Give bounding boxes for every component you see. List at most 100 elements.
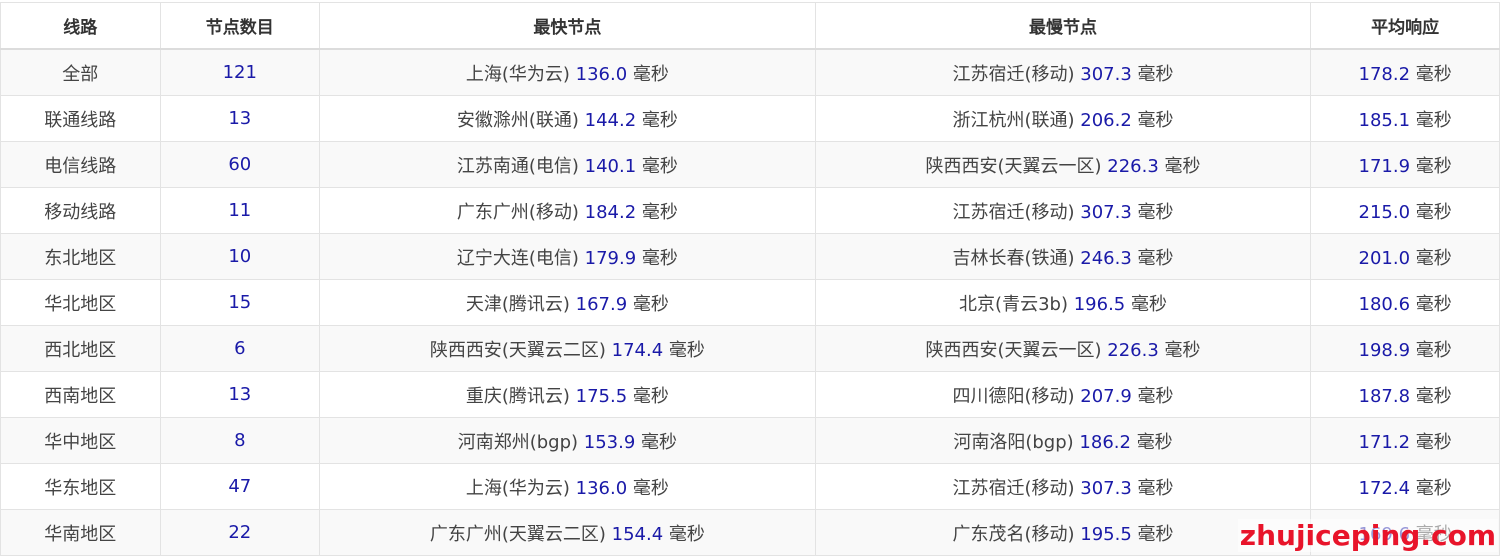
table-header-row: 线路 节点数目 最快节点 最慢节点 平均响应: [0, 2, 1500, 50]
table-row: 全部 121 上海(华为云) 136.0 毫秒 江苏宿迁(移动) 307.3 毫秒 17…: [0, 48, 1500, 96]
cell-average-response: 215.0 毫秒: [1310, 187, 1500, 234]
fastest-node-name: 安徽滁州(联通): [456, 109, 579, 131]
cell-node-count: 15: [159, 279, 321, 326]
cell-fastest-node: 河南郑州(bgp) 153.9 毫秒: [319, 417, 816, 464]
table-body: 全部 121 上海(华为云) 136.0 毫秒 江苏宿迁(移动) 307.3 毫秒 17…: [0, 48, 1500, 556]
cell-fastest-node: 重庆(腾讯云) 175.5 毫秒: [319, 371, 816, 418]
cell-slowest-node: 北京(青云3b) 196.5 毫秒: [814, 279, 1312, 326]
cell-fastest-node: 陕西西安(天翼云二区) 174.4 毫秒: [319, 325, 816, 372]
unit-label: 毫秒: [1136, 431, 1173, 453]
cell-node-count: 47: [159, 463, 321, 510]
fastest-node-ms: 167.9: [575, 293, 628, 315]
cell-average-response: 178.2 毫秒: [1310, 48, 1500, 96]
slowest-node-ms: 196.5: [1073, 293, 1126, 315]
cell-slowest-node: 江苏宿迁(移动) 307.3 毫秒: [814, 463, 1312, 510]
cell-line: 华北地区: [0, 279, 161, 326]
unit-label: 毫秒: [1130, 293, 1167, 315]
table-row: 联通线路 13 安徽滁州(联通) 144.2 毫秒 浙江杭州(联通) 206.2 毫秒…: [0, 95, 1500, 142]
slowest-node-name: 陕西西安(天翼云一区): [925, 155, 1102, 177]
slowest-node-name: 四川德阳(移动): [952, 385, 1075, 407]
cell-line: 华中地区: [0, 417, 161, 464]
fastest-node-ms: 153.9: [583, 431, 636, 453]
unit-label: 毫秒: [1164, 155, 1201, 177]
header-line: 线路: [0, 2, 161, 50]
unit-label: 毫秒: [1415, 63, 1452, 85]
fastest-node-ms: 184.2: [584, 201, 637, 223]
fastest-node-ms: 144.2: [584, 109, 637, 131]
unit-label: 毫秒: [1164, 339, 1201, 361]
unit-label: 毫秒: [632, 477, 669, 499]
average-response-ms: 215.0: [1358, 201, 1411, 223]
fastest-node-name: 广东广州(移动): [456, 201, 579, 223]
unit-label: 毫秒: [1137, 247, 1174, 269]
cell-line: 电信线路: [0, 141, 161, 188]
watermark: zhujiceping.com: [1237, 519, 1498, 552]
header-fastest-node: 最快节点: [319, 2, 816, 50]
slowest-node-ms: 307.3: [1080, 63, 1132, 85]
unit-label: 毫秒: [1415, 431, 1452, 453]
page: 线路 节点数目 最快节点 最慢节点 平均响应 全部 121 上海(华为云) 136.…: [0, 0, 1504, 560]
average-response-ms: 172.4: [1358, 477, 1411, 499]
unit-label: 毫秒: [1415, 247, 1452, 269]
fastest-node-name: 重庆(腾讯云): [465, 385, 570, 407]
cell-node-count: 6: [159, 325, 321, 372]
slowest-node-ms: 206.2: [1080, 109, 1132, 131]
cell-slowest-node: 河南洛阳(bgp) 186.2 毫秒: [814, 417, 1312, 464]
unit-label: 毫秒: [1415, 339, 1452, 361]
cell-average-response: 187.8 毫秒: [1310, 371, 1500, 418]
slowest-node-name: 吉林长春(铁通): [952, 247, 1075, 269]
unit-label: 毫秒: [1415, 385, 1452, 407]
cell-slowest-node: 广东茂名(移动) 195.5 毫秒: [814, 509, 1312, 556]
average-response-ms: 171.9: [1358, 155, 1411, 177]
average-response-ms: 187.8: [1358, 385, 1411, 407]
unit-label: 毫秒: [1137, 201, 1174, 223]
fastest-node-name: 河南郑州(bgp): [457, 431, 579, 453]
slowest-node-ms: 226.3: [1107, 339, 1159, 361]
fastest-node-ms: 140.1: [584, 155, 637, 177]
average-response-ms: 198.9: [1358, 339, 1411, 361]
unit-label: 毫秒: [632, 385, 669, 407]
cell-node-count: 10: [159, 233, 321, 280]
cell-fastest-node: 上海(华为云) 136.0 毫秒: [319, 463, 816, 510]
cell-fastest-node: 天津(腾讯云) 167.9 毫秒: [319, 279, 816, 326]
unit-label: 毫秒: [641, 155, 678, 177]
cell-node-count: 13: [159, 95, 321, 142]
unit-label: 毫秒: [1137, 63, 1174, 85]
fastest-node-ms: 175.5: [575, 385, 628, 407]
slowest-node-ms: 307.3: [1080, 201, 1132, 223]
unit-label: 毫秒: [1415, 201, 1452, 223]
cell-fastest-node: 辽宁大连(电信) 179.9 毫秒: [319, 233, 816, 280]
cell-slowest-node: 吉林长春(铁通) 246.3 毫秒: [814, 233, 1312, 280]
table-row: 西南地区 13 重庆(腾讯云) 175.5 毫秒 四川德阳(移动) 207.9 毫秒 1…: [0, 371, 1500, 418]
cell-line: 西南地区: [0, 371, 161, 418]
cell-average-response: 172.4 毫秒: [1310, 463, 1500, 510]
fastest-node-ms: 136.0: [575, 477, 628, 499]
fastest-node-ms: 154.4: [611, 523, 664, 545]
cell-average-response: 180.6 毫秒: [1310, 279, 1500, 326]
slowest-node-ms: 195.5: [1080, 523, 1132, 545]
unit-label: 毫秒: [641, 201, 678, 223]
cell-average-response: 171.9 毫秒: [1310, 141, 1500, 188]
average-response-ms: 178.2: [1358, 63, 1411, 85]
fastest-node-name: 江苏南通(电信): [456, 155, 579, 177]
unit-label: 毫秒: [668, 339, 705, 361]
average-response-ms: 171.2: [1358, 431, 1411, 453]
cell-line: 全部: [0, 48, 161, 96]
table-row: 华中地区 8 河南郑州(bgp) 153.9 毫秒 河南洛阳(bgp) 186.2 毫…: [0, 417, 1500, 464]
unit-label: 毫秒: [641, 431, 678, 453]
slowest-node-ms: 186.2: [1079, 431, 1131, 453]
fastest-node-name: 上海(华为云): [465, 477, 570, 499]
cell-line: 华南地区: [0, 509, 161, 556]
slowest-node-name: 广东茂名(移动): [952, 523, 1075, 545]
cell-average-response: 198.9 毫秒: [1310, 325, 1500, 372]
slowest-node-name: 浙江杭州(联通): [952, 109, 1075, 131]
cell-line: 联通线路: [0, 95, 161, 142]
slowest-node-name: 陕西西安(天翼云一区): [925, 339, 1102, 361]
average-response-ms: 185.1: [1358, 109, 1411, 131]
cell-node-count: 121: [159, 48, 321, 96]
header-slowest-node: 最慢节点: [814, 2, 1312, 50]
cell-slowest-node: 陕西西安(天翼云一区) 226.3 毫秒: [814, 325, 1312, 372]
header-node-count: 节点数目: [159, 2, 321, 50]
unit-label: 毫秒: [641, 109, 678, 131]
fastest-node-ms: 179.9: [584, 247, 637, 269]
